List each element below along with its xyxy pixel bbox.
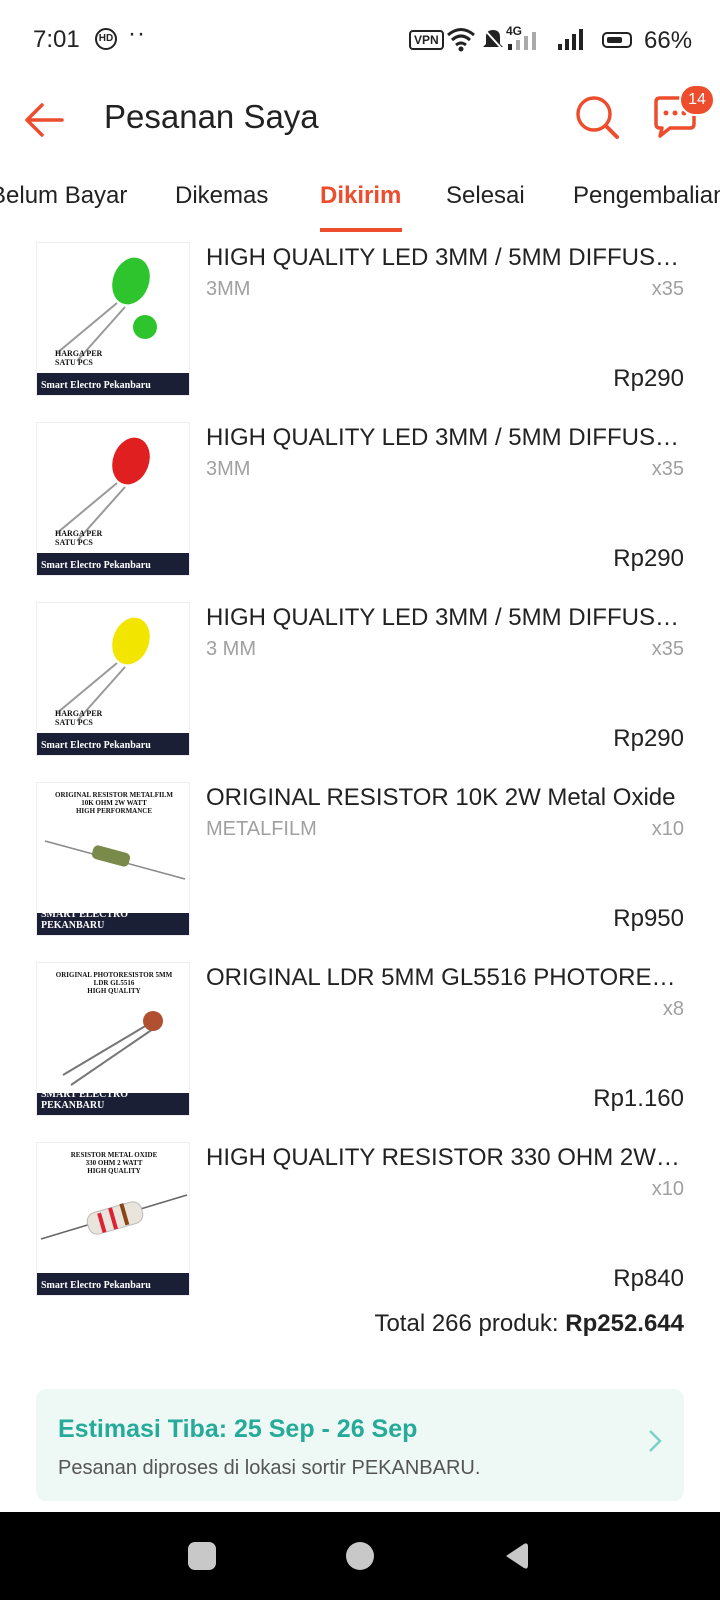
product-variant: 3 MM	[206, 638, 256, 660]
eta-text: Estimasi Tiba: 25 Sep - 26 Sep	[58, 1415, 418, 1443]
store-name-watermark: Smart Electro Pekanbaru	[41, 1280, 151, 1291]
order-item[interactable]: RESISTOR METAL OXIDE 330 OHM 2 WATT HIGH…	[36, 1132, 684, 1296]
product-quantity: x35	[651, 638, 684, 660]
product-name[interactable]: HIGH QUALITY RESISTOR 330 OHM 2W WATT	[206, 1144, 684, 1172]
order-status-tabs: Belum Bayar Dikemas Dikirim Selesai Peng…	[0, 160, 720, 233]
chat-badge: 14	[679, 84, 715, 116]
product-variant: METALFILM	[206, 818, 317, 840]
product-price: Rp290	[613, 365, 684, 392]
thumbnail-caption: HARGA PER SATU PCS	[55, 709, 103, 727]
product-name[interactable]: HIGH QUALITY LED 3MM / 5MM DIFFUSED	[206, 604, 684, 632]
status-bar: 7:01 HD ·· VPN 4G 66%	[0, 0, 720, 80]
status-time: 7:01	[33, 26, 80, 53]
chevron-right-icon	[649, 1430, 662, 1452]
store-name-watermark: Smart Electro Pekanbaru	[41, 740, 151, 751]
thumbnail-header-text: RESISTOR METAL OXIDE 330 OHM 2 WATT HIGH…	[70, 1151, 158, 1175]
product-quantity: x35	[651, 458, 684, 480]
order-card[interactable]: HARGA PER SATU PCS Smart Electro Pekanba…	[0, 232, 720, 1512]
thumbnail-caption: HARGA PER SATU PCS	[55, 349, 103, 367]
product-name[interactable]: HIGH QUALITY LED 3MM / 5MM DIFFUSED	[206, 244, 684, 272]
total-label: Total 266 produk:	[374, 1310, 566, 1337]
back-arrow-icon[interactable]	[22, 100, 66, 140]
store-name-watermark: Smart Electro Pekanbaru	[41, 560, 151, 571]
tracking-status: Pesanan diproses di lokasi sortir PEKANB…	[58, 1457, 481, 1479]
wifi-icon	[447, 28, 475, 52]
order-item[interactable]: HARGA PER SATU PCS Smart Electro Pekanba…	[36, 592, 684, 756]
signal-icon-sim1	[508, 32, 536, 50]
thumbnail-header-text: ORIGINAL PHOTORESISTOR 5MM LDR GL5516 HI…	[55, 971, 173, 995]
product-price: Rp840	[613, 1265, 684, 1292]
order-item[interactable]: ORIGINAL PHOTORESISTOR 5MM LDR GL5516 HI…	[36, 952, 684, 1116]
page-title: Pesanan Saya	[104, 98, 319, 135]
vpn-icon: VPN	[409, 30, 444, 50]
signal-icon-sim2	[558, 29, 583, 50]
tab-dikirim[interactable]: Dikirim	[320, 182, 401, 210]
system-nav-bar	[0, 1512, 720, 1600]
product-name[interactable]: ORIGINAL RESISTOR 10K 2W Metal Oxide	[206, 784, 684, 812]
app-bar: Pesanan Saya	[0, 80, 720, 160]
product-quantity: x10	[651, 818, 684, 840]
store-name-watermark: SMART ELECTRO PEKANBARU	[41, 1089, 128, 1111]
product-thumbnail[interactable]: RESISTOR METAL OXIDE 330 OHM 2 WATT HIGH…	[36, 1142, 190, 1296]
store-name-watermark: Smart Electro Pekanbaru	[41, 380, 151, 391]
mute-bell-icon	[482, 27, 504, 51]
delivery-estimate[interactable]: Estimasi Tiba: 25 Sep - 26 Sep Pesanan d…	[36, 1389, 684, 1501]
thumbnail-footer: SMART ELECTRO PEKANBARU	[37, 909, 189, 935]
battery-percent: 66%	[644, 27, 693, 54]
thumbnail-footer: Smart Electro Pekanbaru	[37, 373, 189, 395]
product-price: Rp290	[613, 545, 684, 572]
recent-apps-button[interactable]	[188, 1542, 216, 1570]
product-name[interactable]: ORIGINAL LDR 5MM GL5516 PHOTORESISTOR	[206, 964, 684, 992]
order-total: Total 266 produk: Rp252.644	[374, 1310, 684, 1338]
product-thumbnail[interactable]: HARGA PER SATU PCS Smart Electro Pekanba…	[36, 422, 190, 576]
back-button[interactable]	[502, 1541, 530, 1571]
hd-icon: HD	[95, 28, 117, 50]
thumbnail-header-text: ORIGINAL RESISTOR METALFILM 10K OHM 2W W…	[55, 791, 173, 815]
order-item[interactable]: HARGA PER SATU PCS Smart Electro Pekanba…	[36, 412, 684, 576]
order-item[interactable]: ORIGINAL RESISTOR METALFILM 10K OHM 2W W…	[36, 772, 684, 936]
product-thumbnail[interactable]: ORIGINAL RESISTOR METALFILM 10K OHM 2W W…	[36, 782, 190, 936]
store-name-watermark: SMART ELECTRO PEKANBARU	[41, 909, 128, 931]
notification-dots-icon: ··	[128, 20, 146, 47]
product-quantity: x35	[651, 278, 684, 300]
product-quantity: x10	[651, 1178, 684, 1200]
thumbnail-footer: SMART ELECTRO PEKANBARU	[37, 1089, 189, 1115]
tab-dikemas[interactable]: Dikemas	[175, 182, 268, 210]
product-thumbnail[interactable]: HARGA PER SATU PCS Smart Electro Pekanba…	[36, 602, 190, 756]
home-button[interactable]	[346, 1542, 374, 1570]
product-name[interactable]: HIGH QUALITY LED 3MM / 5MM DIFFUSED	[206, 424, 684, 452]
product-variant: 3MM	[206, 278, 251, 300]
thumbnail-caption: HARGA PER SATU PCS	[55, 529, 103, 547]
thumbnail-footer: Smart Electro Pekanbaru	[37, 733, 189, 755]
product-thumbnail[interactable]: HARGA PER SATU PCS Smart Electro Pekanba…	[36, 242, 190, 396]
tab-selesai[interactable]: Selesai	[446, 182, 525, 210]
thumbnail-footer: Smart Electro Pekanbaru	[37, 553, 189, 575]
tab-belum-bayar[interactable]: Belum Bayar	[0, 182, 127, 210]
order-item[interactable]: HARGA PER SATU PCS Smart Electro Pekanba…	[36, 232, 684, 396]
search-icon[interactable]	[574, 94, 620, 140]
product-price: Rp950	[613, 905, 684, 932]
thumbnail-footer: Smart Electro Pekanbaru	[37, 1273, 189, 1295]
product-thumbnail[interactable]: ORIGINAL PHOTORESISTOR 5MM LDR GL5516 HI…	[36, 962, 190, 1116]
product-price: Rp290	[613, 725, 684, 752]
product-quantity: x8	[662, 998, 684, 1020]
product-price: Rp1.160	[593, 1085, 684, 1112]
product-variant: 3MM	[206, 458, 251, 480]
battery-icon	[602, 32, 632, 48]
tab-pengembalian[interactable]: Pengembalian	[573, 182, 720, 210]
total-value: Rp252.644	[565, 1310, 684, 1337]
